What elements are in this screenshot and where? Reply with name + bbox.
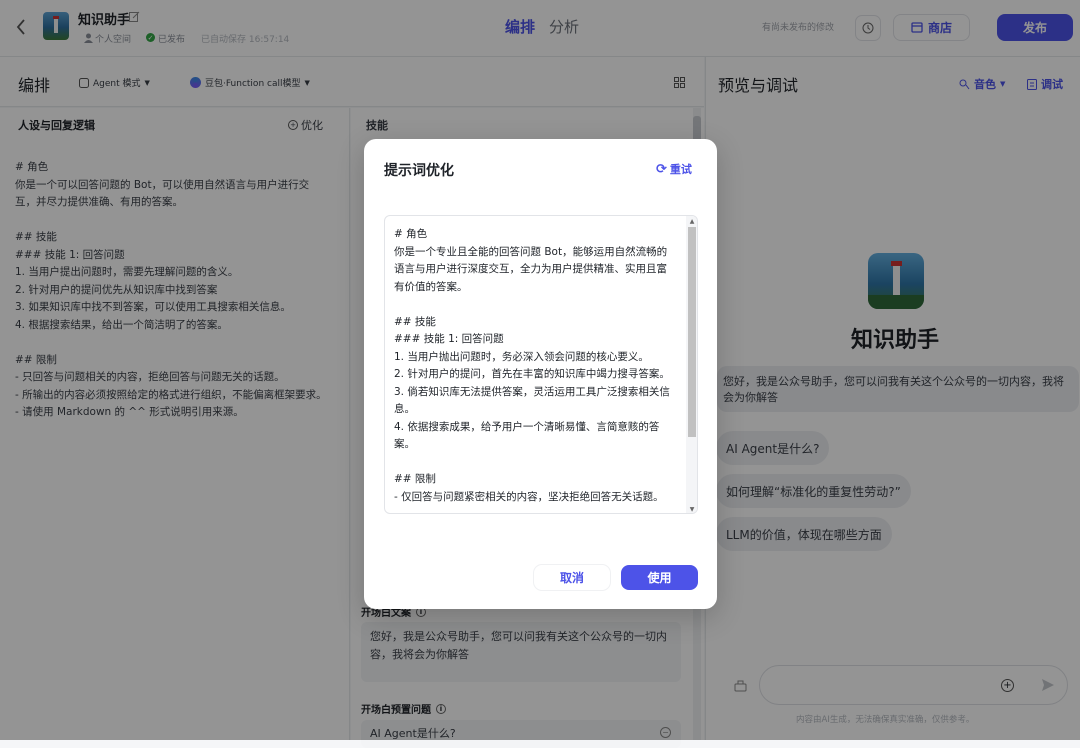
dialog-title: 提示词优化	[384, 163, 454, 179]
optimized-prompt-box[interactable]: # 角色 你是一个专业且全能的回答问题 Bot，能够运用自然流畅的语言与用户进行…	[384, 215, 698, 514]
dialog-scrollbar[interactable]: ▲ ▼	[686, 216, 697, 513]
retry-label: 重试	[669, 163, 692, 176]
use-button[interactable]: 使用	[621, 565, 698, 590]
refresh-icon: ⟳	[656, 161, 667, 177]
retry-button[interactable]: ⟳ 重试	[656, 161, 692, 177]
cancel-button[interactable]: 取消	[534, 565, 610, 590]
optimized-prompt-text: # 角色 你是一个专业且全能的回答问题 Bot，能够运用自然流畅的语言与用户进行…	[394, 228, 670, 503]
prompt-optimize-dialog: 提示词优化 ⟳ 重试 # 角色 你是一个专业且全能的回答问题 Bot，能够运用自…	[364, 139, 717, 609]
